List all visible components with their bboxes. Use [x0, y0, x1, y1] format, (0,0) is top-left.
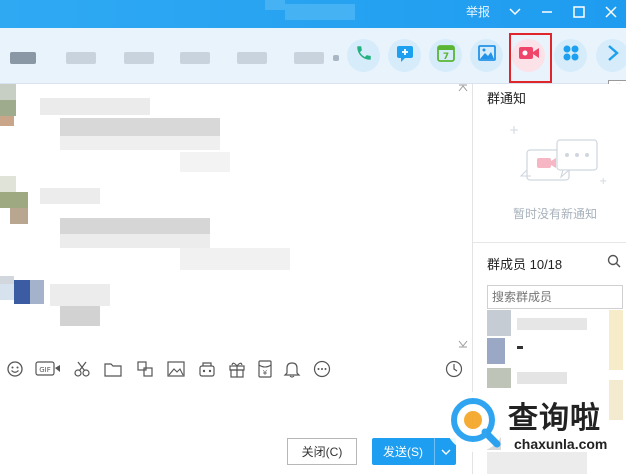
apps-icon [561, 43, 581, 68]
tab-files[interactable] [180, 52, 210, 64]
emoji-icon[interactable] [5, 359, 25, 379]
notice-empty-text: 暂时没有新通知 [513, 207, 598, 221]
close-button[interactable]: 关闭(C) [287, 438, 357, 465]
watermark-text: 查询啦 [508, 401, 601, 436]
more-icon[interactable] [312, 359, 332, 379]
chat-message-area[interactable] [0, 84, 472, 354]
chat-plus-button[interactable] [388, 39, 421, 72]
avatar [0, 100, 16, 116]
phone-icon [355, 44, 373, 67]
history-clock-icon[interactable] [444, 359, 464, 379]
message-input[interactable] [0, 384, 472, 434]
list-item [517, 346, 523, 349]
search-icon[interactable] [607, 254, 621, 273]
font-icon[interactable] [135, 359, 155, 379]
scissors-icon[interactable] [72, 359, 92, 379]
avatar [0, 192, 28, 208]
gif-icon[interactable]: GIF [35, 359, 61, 379]
calendar-icon: 7 [436, 43, 456, 68]
image-icon [477, 43, 497, 68]
gallery-icon[interactable] [197, 359, 217, 379]
close-icon[interactable] [604, 5, 618, 19]
avatar [0, 284, 14, 300]
message-bubble [180, 152, 230, 172]
apps-button[interactable] [554, 39, 587, 72]
minimize-icon[interactable] [540, 5, 554, 19]
calendar-button[interactable]: 7 [429, 39, 462, 72]
red-packet-icon[interactable]: ¥ [255, 359, 275, 379]
chat-plus-icon [395, 43, 415, 68]
avatar [10, 208, 28, 224]
sender-name [40, 188, 100, 204]
title-bar: 举报 [0, 0, 626, 28]
tab-more-arrow[interactable] [333, 55, 339, 61]
avatar [30, 280, 44, 304]
list-item [517, 372, 567, 384]
empty-notice-illustration-icon: + + [501, 120, 611, 205]
list-item[interactable] [487, 310, 511, 336]
member-search-input[interactable] [487, 285, 623, 309]
message-bubble [60, 218, 210, 234]
message-bubble [60, 136, 220, 150]
report-link[interactable]: 举报 [466, 3, 490, 20]
video-call-highlight [509, 33, 552, 83]
tab-activity[interactable] [237, 52, 267, 64]
list-item[interactable] [487, 338, 505, 364]
gift-icon[interactable] [227, 359, 247, 379]
sender-name [40, 98, 150, 115]
avatar [14, 280, 30, 304]
avatar [0, 176, 16, 192]
voice-call-button[interactable] [347, 39, 380, 72]
panel-divider [473, 242, 626, 243]
tab-chat[interactable] [10, 52, 36, 64]
scroll-up-icon[interactable] [458, 84, 468, 95]
send-label: 发送(S) [383, 445, 423, 459]
list-item [609, 380, 623, 420]
sender-name [50, 284, 110, 306]
input-toolbar: GIF ¥ [0, 354, 472, 384]
message-bubble [180, 248, 290, 270]
message-bubble [60, 234, 210, 248]
message-bubble [60, 118, 220, 136]
list-item[interactable] [487, 452, 587, 474]
album-button[interactable] [470, 39, 503, 72]
more-tools-button[interactable] [596, 39, 626, 72]
send-button[interactable]: 发送(S) [372, 438, 456, 465]
tab-announcement[interactable] [66, 52, 96, 64]
scroll-down-icon[interactable] [458, 340, 468, 351]
gif-label: GIF [39, 366, 51, 374]
folder-icon[interactable] [103, 359, 123, 379]
picture-icon[interactable] [166, 359, 186, 379]
notice-title: 群通知 [487, 91, 527, 106]
more-arrow-icon [607, 44, 619, 67]
svg-text:+: + [599, 176, 607, 187]
svg-text:+: + [509, 123, 519, 137]
avatar [0, 84, 16, 100]
blurred-title-fragment [265, 0, 285, 10]
watermark-logo-icon [445, 392, 505, 452]
tab-settings[interactable] [294, 52, 324, 64]
maximize-icon[interactable] [572, 5, 586, 19]
members-title: 群成员 10/18 [487, 257, 563, 272]
svg-text:¥: ¥ [263, 369, 268, 377]
watermark-url: chaxunla.com [514, 436, 608, 452]
list-item [517, 318, 587, 330]
message-bubble [60, 306, 100, 326]
chevron-down-icon[interactable] [508, 5, 522, 19]
list-item [609, 310, 623, 370]
list-item[interactable] [487, 368, 511, 388]
tab-album[interactable] [124, 52, 154, 64]
avatar [0, 116, 14, 126]
svg-text:7: 7 [442, 52, 448, 62]
blurred-title [285, 4, 355, 20]
bell-icon[interactable] [282, 359, 302, 379]
